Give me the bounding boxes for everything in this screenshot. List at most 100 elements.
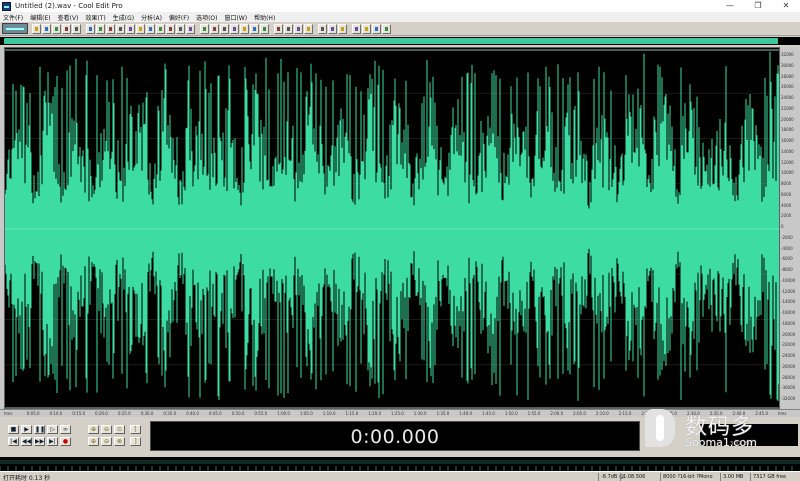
toolbar-button-15[interactable] <box>176 23 185 34</box>
amplitude-tick-label: -32000 <box>781 396 796 401</box>
menu-window[interactable]: 窗口(W) <box>224 13 247 22</box>
stop-button[interactable]: ■ <box>8 425 19 434</box>
toolbar-button-33[interactable] <box>372 23 381 34</box>
amplitude-ruler: 32000 30000 28000 26000 24000 22000 20000 18000… <box>780 47 800 409</box>
toolbar-button-16[interactable] <box>186 23 195 34</box>
zoom-full-button[interactable]: ⊙ <box>114 425 125 434</box>
toolbar-button-12[interactable] <box>146 23 155 34</box>
toolbar-button-14[interactable] <box>166 23 175 34</box>
menu-view[interactable]: 查看(V) <box>58 13 79 22</box>
toolbar-button-6[interactable] <box>86 23 95 34</box>
watermark-brand-en: Sooma1.com <box>685 436 757 449</box>
toolbar-button-29[interactable] <box>328 23 337 34</box>
toolbar-button-2[interactable] <box>42 23 51 34</box>
play-button[interactable]: ▶ <box>21 425 32 434</box>
maximize-button[interactable]: ❐ <box>744 0 772 12</box>
waveform-display[interactable] <box>4 47 780 409</box>
amplitude-tick-label: 0 <box>781 224 784 229</box>
amplitude-tick-label: -12000 <box>781 288 796 294</box>
record-button[interactable]: ● <box>60 437 71 446</box>
time-tick-label: 0:50.0 <box>231 411 245 416</box>
amplitude-tick-label: 30000 <box>781 62 794 68</box>
go-to-start-button[interactable]: |◀ <box>8 437 19 446</box>
toolbar-button-21[interactable] <box>240 23 249 34</box>
minimize-button[interactable]: — <box>716 0 744 12</box>
zoom-to-left-button[interactable]: [ <box>130 425 141 434</box>
menu-edit[interactable]: 编辑(E) <box>30 13 50 22</box>
status-position: 1:08.506 <box>620 473 660 481</box>
time-tick-label: 2:00.0 <box>550 411 564 416</box>
menu-favorites[interactable]: 偏好(F) <box>169 13 189 22</box>
zoom-to-right-button[interactable]: ] <box>130 437 141 446</box>
menu-options[interactable]: 选项(O) <box>196 13 217 22</box>
multitrack-toggle-button[interactable] <box>2 23 28 34</box>
toolbar-button-19[interactable] <box>220 23 229 34</box>
status-open-time: 打开耗时 0.13 秒 <box>3 475 51 481</box>
zoom-selection-button[interactable]: ⊗ <box>114 437 125 446</box>
amplitude-tick-label: 4000 <box>781 202 792 208</box>
toolbar <box>0 22 800 36</box>
toolbar-button-3[interactable] <box>52 23 61 34</box>
menu-effects[interactable]: 效果(T) <box>85 13 105 22</box>
time-tick-label: 1:20.0 <box>368 411 382 416</box>
time-tick-label: 1:55.0 <box>527 411 541 416</box>
time-tick-label: 2:10.0 <box>595 411 609 416</box>
toolbar-button-9[interactable] <box>116 23 125 34</box>
window-controls: — ❐ ✕ <box>716 0 800 12</box>
pause-button[interactable]: ❚❚ <box>34 425 45 434</box>
time-tick-label: 1:00.0 <box>277 411 290 416</box>
toolbar-button-7[interactable] <box>96 23 105 34</box>
zoom-out-vertical-button[interactable]: ⊖ <box>101 437 112 446</box>
menu-analyze[interactable]: 分析(A) <box>141 13 162 22</box>
zoom-in-vertical-button[interactable]: ⊕ <box>88 437 99 446</box>
play-to-end-button[interactable]: ▷ <box>47 425 58 434</box>
amplitude-tick-label: 2000 <box>781 213 792 219</box>
toolbar-button-4[interactable] <box>62 23 71 34</box>
loop-button[interactable]: ∞ <box>60 425 71 434</box>
toolbar-button-1[interactable] <box>32 23 41 34</box>
toolbar-button-17[interactable] <box>200 23 209 34</box>
toolbar-button-25[interactable] <box>284 23 293 34</box>
waveform-overview[interactable] <box>0 37 800 45</box>
zoom-in-horizontal-button[interactable]: ⊕ <box>88 425 99 434</box>
fast-forward-button[interactable]: ▶▶ <box>34 437 45 446</box>
amplitude-tick-label: -22000 <box>781 342 796 348</box>
toolbar-button-30[interactable] <box>338 23 347 34</box>
toolbar-button-31[interactable] <box>352 23 361 34</box>
amplitude-tick-label: 10000 <box>781 170 794 176</box>
toolbar-button-5[interactable] <box>72 23 81 34</box>
toolbar-button-32[interactable] <box>362 23 371 34</box>
menu-help[interactable]: 帮助(H) <box>254 13 275 22</box>
toolbar-button-18[interactable] <box>210 23 219 34</box>
amplitude-tick-label: 18000 <box>781 127 794 133</box>
rewind-button[interactable]: ◀◀ <box>21 437 32 446</box>
toolbar-button-11[interactable] <box>136 23 145 34</box>
time-tick-label: 0:10.0 <box>49 411 63 416</box>
amplitude-tick-label: 24000 <box>781 95 794 100</box>
toolbar-button-34[interactable] <box>382 23 391 34</box>
amplitude-tick-label: 12000 <box>781 159 794 165</box>
zoom-out-horizontal-button[interactable]: ⊖ <box>101 425 112 434</box>
toolbar-button-20[interactable] <box>230 23 239 34</box>
toolbar-button-24[interactable] <box>274 23 283 34</box>
amplitude-tick-label: -8000 <box>781 267 793 272</box>
amplitude-tick-label: -28000 <box>781 374 796 380</box>
amplitude-tick-label: -10000 <box>781 277 796 283</box>
watermark-logo-icon <box>645 409 675 447</box>
toolbar-button-27[interactable] <box>304 23 313 34</box>
go-to-end-button[interactable]: ▶| <box>47 437 58 446</box>
toolbar-button-23[interactable] <box>260 23 269 34</box>
toolbar-button-26[interactable] <box>294 23 303 34</box>
time-tick-label: 1:25.0 <box>391 411 404 416</box>
time-tick-label: 1:45.0 <box>482 411 495 416</box>
overview-visible-range[interactable] <box>4 38 778 44</box>
close-button[interactable]: ✕ <box>772 0 800 12</box>
level-meter <box>0 457 800 471</box>
toolbar-button-28[interactable] <box>318 23 327 34</box>
toolbar-button-22[interactable] <box>250 23 259 34</box>
toolbar-button-13[interactable] <box>156 23 165 34</box>
menu-file[interactable]: 文件(F) <box>3 13 23 22</box>
toolbar-button-10[interactable] <box>126 23 135 34</box>
toolbar-button-8[interactable] <box>106 23 115 34</box>
menu-generate[interactable]: 生成(G) <box>113 13 134 22</box>
